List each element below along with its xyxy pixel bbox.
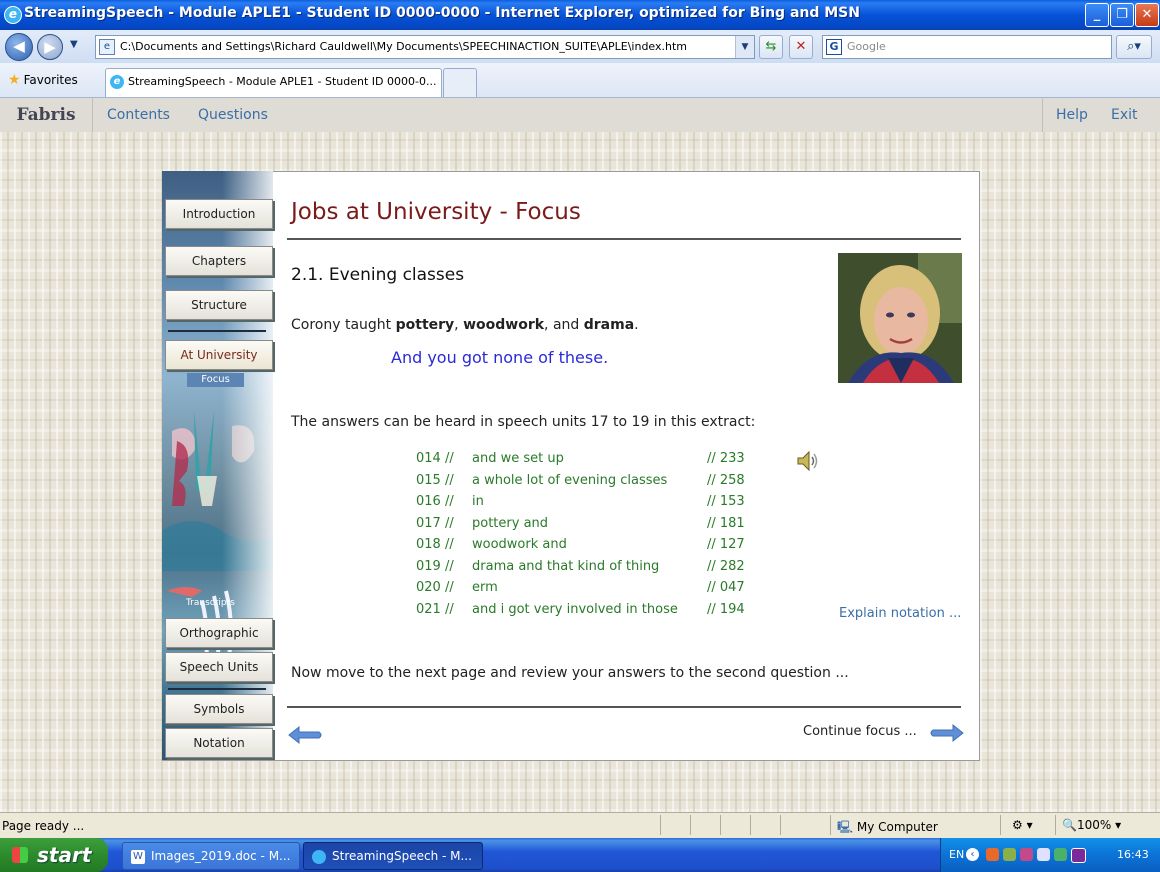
- ie-icon: e: [4, 6, 22, 24]
- emphasis-line: And you got none of these.: [391, 348, 609, 367]
- sidebar-item-speech-units[interactable]: Speech Units: [165, 652, 273, 682]
- zoom-icon: 🔍: [1062, 818, 1077, 832]
- transcript-row: 019 //drama and that kind of thing// 282: [416, 559, 745, 574]
- sidebar-item-introduction[interactable]: Introduction: [165, 199, 273, 229]
- security-zone: 🖳 My Computer: [837, 820, 938, 834]
- search-box[interactable]: G Google: [822, 35, 1112, 59]
- window-title: StreamingSpeech - Module APLE1 - Student…: [24, 5, 860, 21]
- page-title: Jobs at University - Focus: [291, 199, 581, 225]
- continue-focus-label[interactable]: Continue focus ...: [803, 724, 917, 739]
- play-audio-speaker-icon[interactable]: [795, 449, 819, 477]
- forward-button[interactable]: ▶: [37, 34, 63, 60]
- new-tab-button[interactable]: [443, 68, 477, 97]
- back-arrow-icon[interactable]: [287, 725, 323, 749]
- address-text: C:\Documents and Settings\Richard Cauldw…: [120, 40, 688, 53]
- zoom-level[interactable]: 🔍100% ▾: [1062, 818, 1121, 832]
- refresh-button[interactable]: ⇆: [759, 35, 783, 59]
- tray-icon-3[interactable]: [1020, 848, 1033, 861]
- tray-icon-4[interactable]: [1037, 848, 1050, 861]
- sentence-paragraph: Corony taught pottery, woodwork, and dra…: [291, 317, 639, 333]
- favorites-button[interactable]: ★ Favorites: [8, 72, 78, 88]
- address-dropdown-icon[interactable]: ▼: [735, 36, 754, 58]
- status-text: Page ready ...: [2, 819, 85, 833]
- tray-icon-1[interactable]: [986, 848, 999, 861]
- menu-questions[interactable]: Questions: [198, 107, 268, 123]
- system-tray: EN ‹ 16:43: [940, 838, 1160, 872]
- app-menu-bar: Fabris Contents Questions Help Exit: [0, 98, 1160, 133]
- fabris-logo: Fabris: [0, 98, 93, 132]
- tray-icon-5[interactable]: [1054, 848, 1067, 861]
- transcript-row: 018 //woodwork and// 127: [416, 537, 745, 552]
- tray-icon-2[interactable]: [1003, 848, 1016, 861]
- next-page-instruction: Now move to the next page and review you…: [291, 665, 849, 681]
- minimize-button[interactable]: _: [1085, 3, 1109, 27]
- status-bar: Page ready ... 🖳 My Computer ⚙ ▾ 🔍100% ▾: [0, 812, 1160, 839]
- taskbar-item-word[interactable]: W Images_2019.doc - M...: [122, 842, 300, 870]
- menu-help[interactable]: Help: [1056, 107, 1088, 123]
- tray-expand-icon[interactable]: ‹: [966, 848, 979, 861]
- stop-button[interactable]: ✕: [789, 35, 813, 59]
- computer-icon: 🖳: [837, 820, 854, 834]
- windows-logo-icon: [12, 847, 28, 863]
- sidebar-item-orthographic[interactable]: Orthographic: [165, 618, 273, 648]
- star-icon: ★: [8, 72, 21, 88]
- section-title: 2.1. Evening classes: [291, 265, 465, 285]
- close-window-button[interactable]: ✕: [1135, 3, 1159, 27]
- sidebar-item-structure[interactable]: Structure: [165, 290, 273, 320]
- transcript-row: 021 //and i got very involved in those//…: [416, 602, 745, 617]
- bold-pottery: pottery: [395, 317, 455, 333]
- page-icon: e: [99, 39, 115, 55]
- menu-exit[interactable]: Exit: [1111, 107, 1138, 123]
- footer-divider: [287, 706, 961, 708]
- transcript-row: 015 //a whole lot of evening classes// 2…: [416, 473, 745, 488]
- speaker-photo: [838, 253, 962, 383]
- transcript-row: 014 //and we set up// 233: [416, 451, 745, 466]
- taskbar-item-browser[interactable]: StreamingSpeech - M...: [303, 842, 483, 870]
- tray-icon-6[interactable]: [1071, 848, 1086, 863]
- bold-woodwork: woodwork: [463, 317, 545, 333]
- explain-notation-link[interactable]: Explain notation ...: [839, 606, 961, 621]
- answers-line: The answers can be heard in speech units…: [291, 414, 756, 430]
- menu-contents[interactable]: Contents: [107, 107, 170, 123]
- sidebar-item-at-university[interactable]: At University: [165, 340, 273, 370]
- ie-tab-icon: e: [110, 75, 124, 89]
- start-button[interactable]: start: [0, 838, 108, 872]
- transcripts-label: Transcripts: [186, 598, 235, 608]
- restore-button[interactable]: ❐: [1110, 3, 1134, 27]
- sidebar-item-chapters[interactable]: Chapters: [165, 246, 273, 276]
- clock: 16:43: [1117, 848, 1149, 861]
- back-button[interactable]: ◀: [5, 33, 33, 61]
- address-bar[interactable]: e C:\Documents and Settings\Richard Caul…: [95, 35, 755, 59]
- sidebar-item-symbols[interactable]: Symbols: [165, 694, 273, 724]
- tab-title: StreamingSpeech - Module APLE1 - Student…: [128, 75, 437, 88]
- search-button[interactable]: ⌕▾: [1116, 35, 1152, 59]
- search-placeholder: Google: [847, 40, 886, 53]
- transcript-row: 020 //erm// 047: [416, 580, 745, 595]
- next-arrow-icon[interactable]: [929, 723, 965, 747]
- history-dropdown-icon[interactable]: ▼: [70, 39, 78, 50]
- bold-drama: drama: [583, 317, 635, 333]
- ie-taskbar-icon: [312, 849, 326, 864]
- title-divider: [287, 238, 961, 240]
- sidebar-item-notation[interactable]: Notation: [165, 728, 273, 758]
- protected-mode-icon[interactable]: ⚙ ▾: [1012, 818, 1033, 832]
- sidebar-subitem-focus[interactable]: Focus: [187, 373, 244, 387]
- window-title-bar[interactable]: e StreamingSpeech - Module APLE1 - Stude…: [0, 0, 1160, 30]
- transcript-row: 016 //in// 153: [416, 494, 745, 509]
- word-icon: W: [131, 849, 145, 864]
- language-indicator[interactable]: EN: [949, 848, 964, 861]
- google-icon: G: [826, 39, 842, 55]
- browser-tab[interactable]: e StreamingSpeech - Module APLE1 - Stude…: [105, 68, 442, 97]
- transcript-row: 017 //pottery and// 181: [416, 516, 745, 531]
